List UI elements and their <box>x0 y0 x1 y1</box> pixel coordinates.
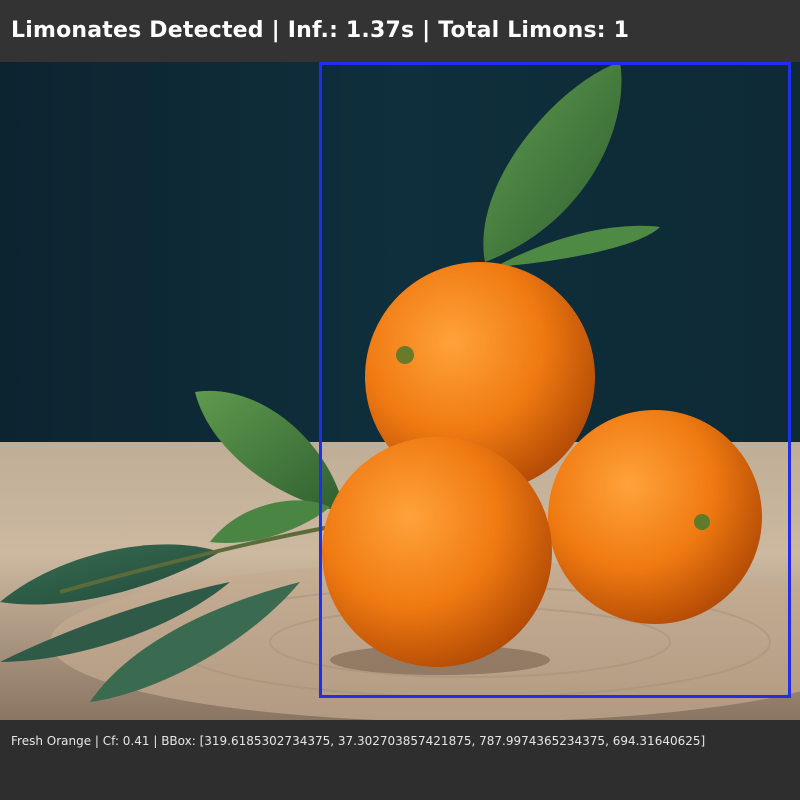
footer-bar: Fresh Orange | Cf: 0.41 | BBox: [319.618… <box>0 720 800 800</box>
detection-bounding-box <box>319 62 791 698</box>
detection-info-text: Fresh Orange | Cf: 0.41 | BBox: [319.618… <box>11 734 706 748</box>
detection-summary-title: Limonates Detected | Inf.: 1.37s | Total… <box>11 18 630 43</box>
header-bar: Limonates Detected | Inf.: 1.37s | Total… <box>0 0 800 62</box>
